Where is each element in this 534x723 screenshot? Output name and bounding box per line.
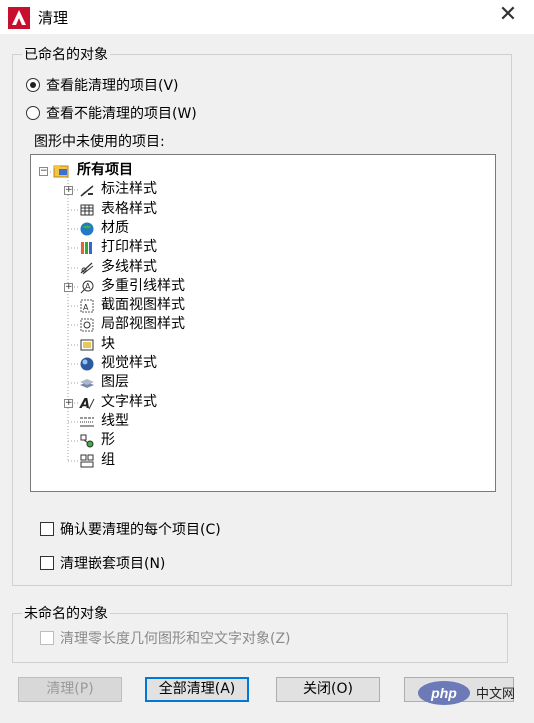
tree-item-label: 图层 [101, 374, 129, 391]
tree-branch-line [68, 363, 78, 365]
expand-icon[interactable]: + [64, 186, 73, 196]
material-icon [79, 221, 95, 237]
zero-length-checkbox[interactable] [40, 631, 54, 645]
tree-branch-line [68, 460, 78, 461]
svg-text:A: A [85, 282, 91, 291]
tree-branch-line [68, 228, 78, 230]
folder-icon [53, 163, 69, 179]
named-objects-label: 已命名的对象 [22, 44, 110, 64]
tree-item-label: 局部视图样式 [101, 316, 185, 333]
svg-text:A: A [79, 397, 90, 411]
tree-item-label: 截面视图样式 [101, 297, 185, 314]
tree-branch-line [68, 421, 78, 423]
table-style-icon [79, 202, 95, 218]
tree-item-label: 标注样式 [101, 181, 157, 198]
title-bar [0, 0, 534, 34]
tree-label: 图形中未使用的项目: [34, 134, 165, 150]
confirm-each-checkbox[interactable] [40, 522, 54, 536]
tree-item-label: 材质 [101, 219, 129, 236]
tree-branch-line [68, 344, 78, 346]
collapse-icon[interactable]: − [39, 167, 48, 176]
zero-length-label: 清理零长度几何图形和空文字对象(Z) [60, 631, 291, 647]
expand-icon[interactable]: + [64, 398, 73, 408]
block-icon [79, 337, 95, 353]
dimension-style-icon [79, 182, 95, 198]
watermark-cn-text: 中文网 [476, 687, 515, 702]
php-watermark: php 中文网 [412, 678, 532, 708]
purge-nested-label[interactable]: 清理嵌套项目(N) [60, 553, 165, 573]
detail-view-style-icon [79, 317, 95, 333]
shape-icon [79, 433, 95, 449]
layer-icon [79, 375, 95, 391]
close-button[interactable]: 关闭(O) [276, 677, 380, 702]
radio-view-not-purgeable-label[interactable]: 查看不能清理的项目(W) [46, 103, 197, 123]
visual-style-icon [79, 356, 95, 372]
plot-style-icon [79, 240, 95, 256]
tree-root-label: 所有项目 [77, 162, 133, 178]
svg-text:A: A [83, 303, 89, 312]
window-title: 清理 [38, 9, 69, 27]
tree-branch-line [68, 209, 78, 211]
purge-button[interactable]: 清理(P) [18, 677, 122, 702]
section-view-style-icon: A [79, 298, 95, 314]
tree-branch-line [68, 305, 78, 307]
tree-item-label: 多线样式 [101, 258, 157, 275]
multiline-style-icon [79, 260, 95, 276]
tree-item-label: 形 [101, 432, 115, 449]
purge-nested-checkbox[interactable] [40, 556, 54, 570]
text-style-icon: A [79, 395, 95, 412]
tree-branch-line [68, 440, 78, 442]
expand-icon[interactable]: + [64, 282, 73, 292]
tree-item-label: 块 [101, 335, 115, 352]
tree-item-label: 文字样式 [101, 393, 157, 410]
unused-items-tree[interactable]: − 所有项目 + 标注样式表格样式材质打印样式多线样式 + A 多重引线样式 A 截面视图样式局… [30, 154, 496, 492]
tree-item-label: 视觉样式 [101, 355, 157, 371]
close-icon[interactable]: ✕ [496, 4, 520, 28]
radio-view-purgeable-label[interactable]: 查看能清理的项目(V) [46, 75, 179, 95]
tree-branch-line [68, 267, 78, 268]
confirm-each-label[interactable]: 确认要清理的每个项目(C) [60, 519, 221, 539]
tree-item-label: 打印样式 [101, 239, 157, 256]
linetype-icon [79, 414, 95, 430]
tree-branch-line [68, 324, 78, 326]
tree-item-label: 表格样式 [101, 200, 157, 217]
tree-branch-line [68, 247, 78, 249]
watermark-logo-text: php [430, 685, 457, 701]
radio-view-purgeable[interactable] [26, 78, 40, 92]
purge-all-button[interactable]: 全部清理(A) [145, 677, 249, 702]
radio-view-not-purgeable[interactable] [26, 106, 40, 120]
multileader-style-icon: A [79, 279, 95, 295]
unnamed-objects-label: 未命名的对象 [22, 603, 110, 623]
tree-item-label: 线型 [101, 412, 129, 429]
tree-item-label: 多重引线样式 [101, 277, 185, 294]
tree-item-label: 组 [101, 451, 115, 468]
autocad-logo-icon [8, 7, 30, 29]
tree-branch-line [68, 382, 78, 384]
group-icon [79, 453, 95, 469]
